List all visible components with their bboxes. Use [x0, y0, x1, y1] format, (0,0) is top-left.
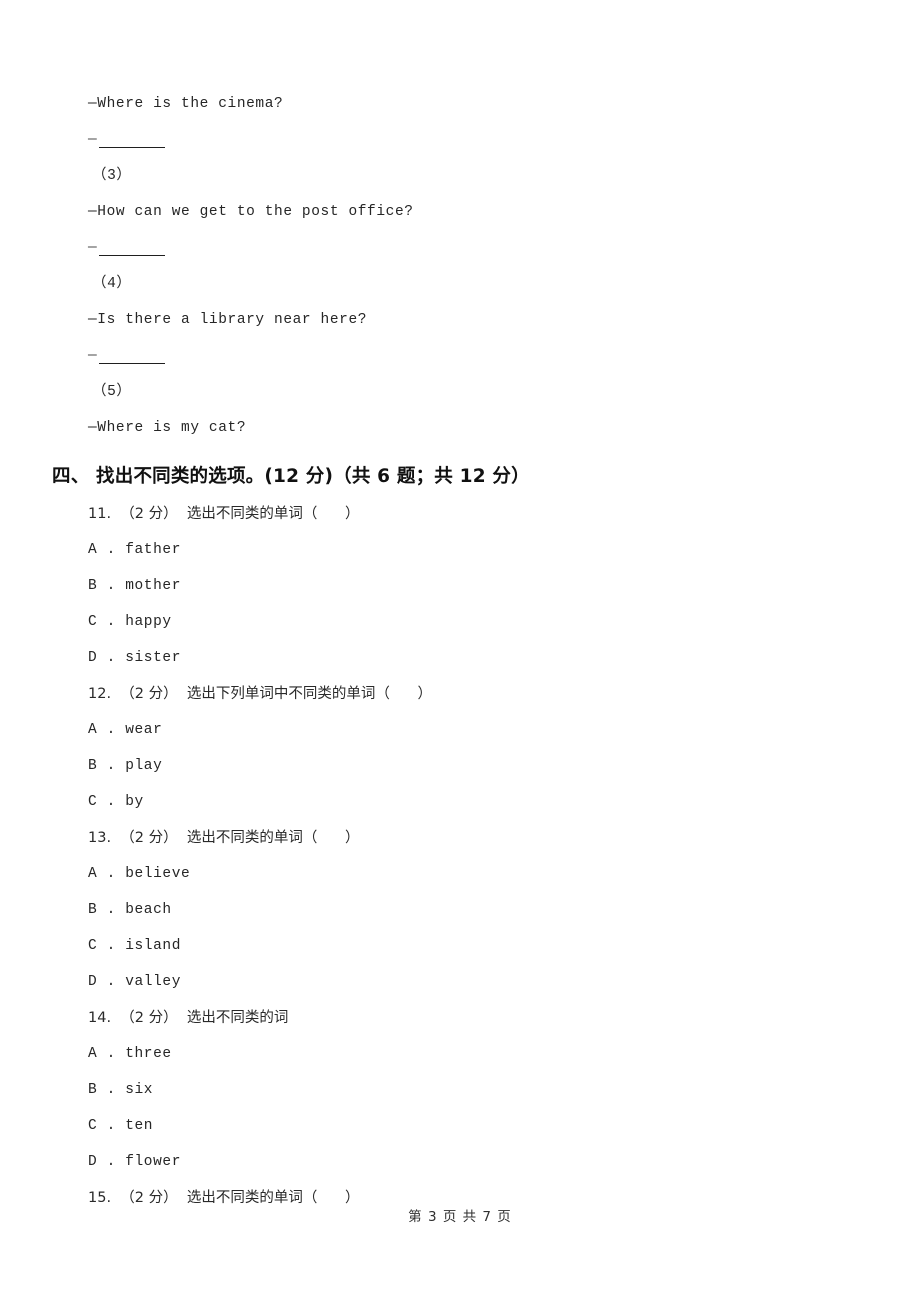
option-c[interactable]: C . by	[52, 784, 872, 820]
option-d[interactable]: D . sister	[52, 640, 872, 676]
dialogue-line: —Is there a library near here?	[88, 312, 368, 328]
question-stem: 12. （2 分） 选出下列单词中不同类的单词（ ）	[88, 686, 432, 702]
answer-blank-row: —	[52, 122, 872, 158]
answer-dash: —	[88, 132, 97, 148]
question-block: 13. （2 分） 选出不同类的单词（ ） A . believe B . be…	[52, 820, 872, 1000]
dialogue-line: —Where is my cat?	[88, 420, 247, 436]
answer-blank-underline[interactable]	[98, 241, 165, 256]
question-block: 11. （2 分） 选出不同类的单词（ ） A . father B . mot…	[52, 496, 872, 676]
answer-blank-row: —	[52, 230, 872, 266]
page-footer: 第 3 页 共 7 页	[408, 1209, 512, 1225]
answer-dash: —	[88, 240, 97, 256]
option-a[interactable]: A . wear	[52, 712, 872, 748]
page-content: —Where is the cinema? — （3） —How can we …	[52, 86, 872, 1216]
dialogue-line: —Where is the cinema?	[88, 96, 284, 112]
sub-question-label: （4）	[92, 276, 132, 292]
question-block: 12. （2 分） 选出下列单词中不同类的单词（ ） A . wear B . …	[52, 676, 872, 820]
option-b[interactable]: B . play	[52, 748, 872, 784]
question-stem: 11. （2 分） 选出不同类的单词（ ）	[88, 506, 360, 522]
answer-blank-underline[interactable]	[98, 349, 165, 364]
question-stem: 13. （2 分） 选出不同类的单词（ ）	[88, 830, 360, 846]
sub-question-label: （3）	[92, 168, 132, 184]
sub-question-label: （5）	[92, 384, 132, 400]
answer-blank-underline[interactable]	[98, 133, 165, 148]
option-b[interactable]: B . six	[52, 1072, 872, 1108]
question-block: 14. （2 分） 选出不同类的词 A . three B . six C . …	[52, 1000, 872, 1180]
option-c[interactable]: C . island	[52, 928, 872, 964]
option-b[interactable]: B . mother	[52, 568, 872, 604]
option-d[interactable]: D . flower	[52, 1144, 872, 1180]
option-a[interactable]: A . three	[52, 1036, 872, 1072]
answer-dash: —	[88, 348, 97, 364]
section-heading: 四、 找出不同类的选项。(12 分)（共 6 题；共 12 分）	[52, 466, 530, 487]
option-a[interactable]: A . believe	[52, 856, 872, 892]
option-c[interactable]: C . happy	[52, 604, 872, 640]
exam-page: —Where is the cinema? — （3） —How can we …	[0, 0, 920, 1302]
option-c[interactable]: C . ten	[52, 1108, 872, 1144]
option-d[interactable]: D . valley	[52, 964, 872, 1000]
answer-blank-row: —	[52, 338, 872, 374]
option-b[interactable]: B . beach	[52, 892, 872, 928]
question-stem: 14. （2 分） 选出不同类的词	[88, 1010, 289, 1026]
option-a[interactable]: A . father	[52, 532, 872, 568]
dialogue-line: —How can we get to the post office?	[88, 204, 414, 220]
carryover-block: —Where is the cinema? — （3） —How can we …	[52, 86, 872, 446]
